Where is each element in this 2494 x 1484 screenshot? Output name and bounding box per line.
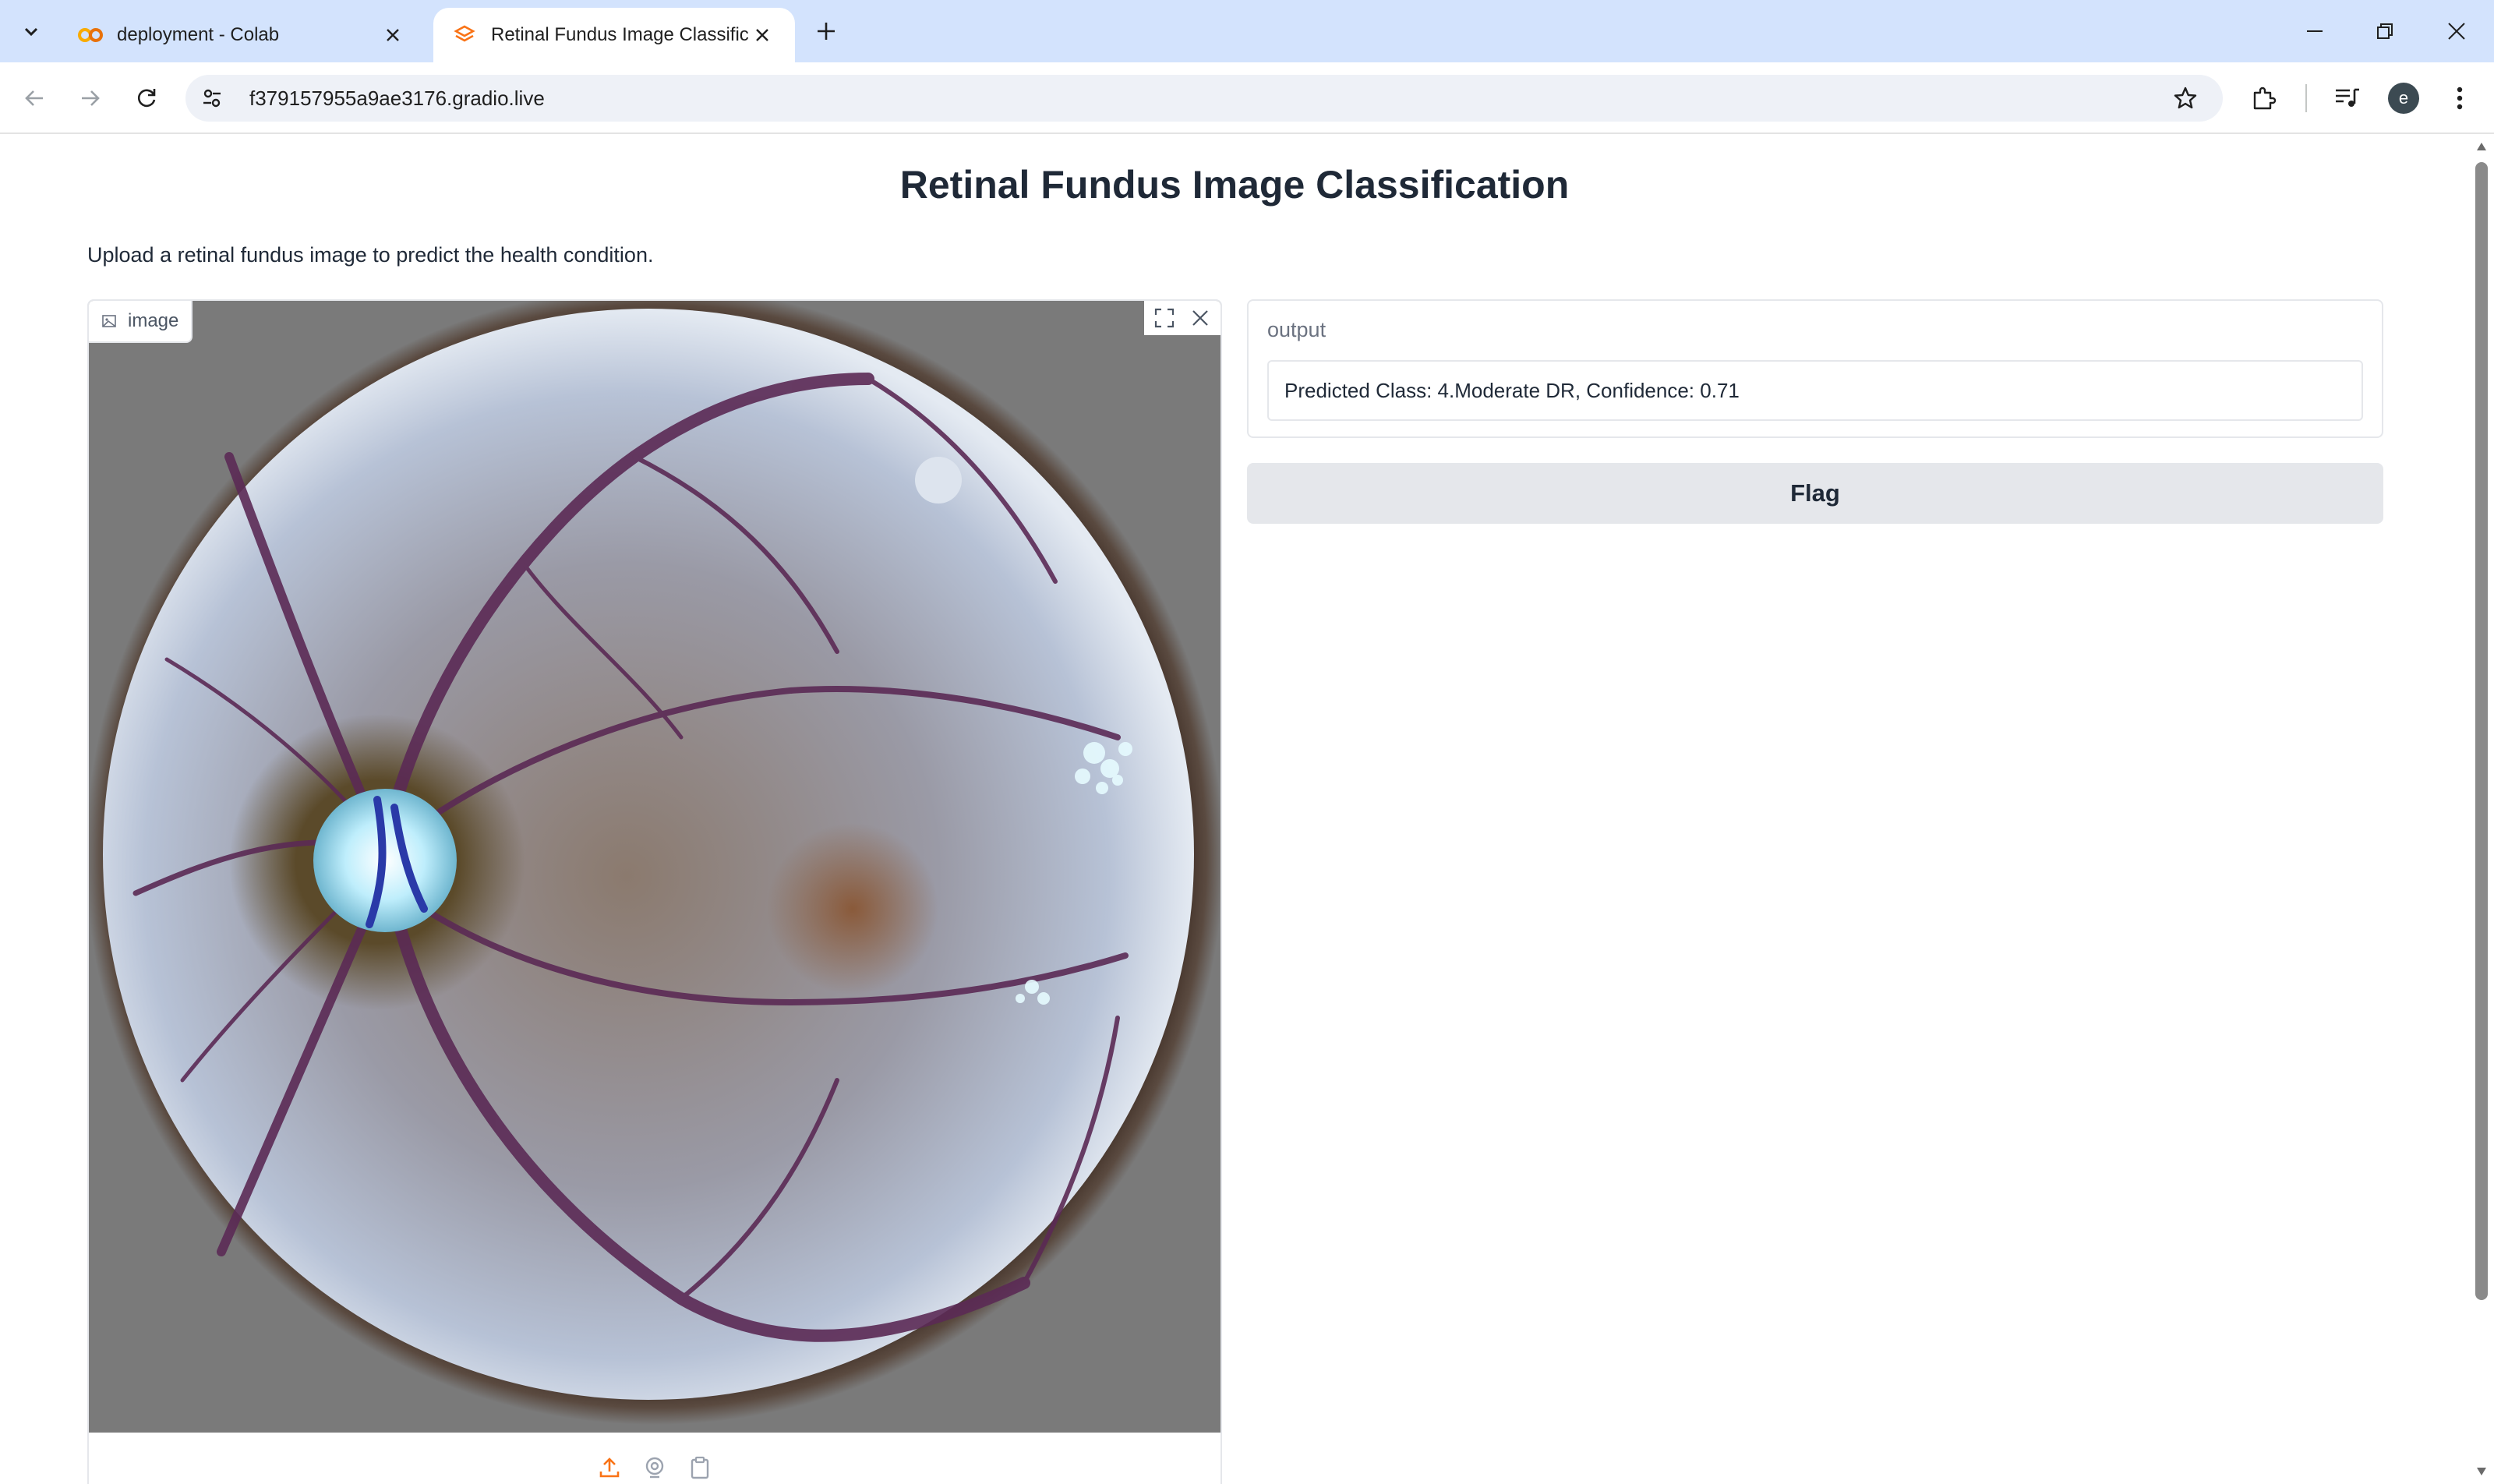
chevron-down-icon [24, 27, 38, 37]
close-window-button[interactable] [2435, 9, 2478, 53]
clipboard-icon [691, 1456, 709, 1479]
gradio-logo-icon [452, 23, 477, 48]
extensions-button[interactable] [2241, 76, 2285, 120]
tab-search-button[interactable] [11, 11, 51, 51]
browser-toolbar: f379157955a9ae3176.gradio.live e [0, 62, 2494, 134]
scrollbar-thumb[interactable] [2475, 162, 2488, 1300]
tab-title: Retinal Fundus Image Classification [491, 24, 748, 45]
playlist-music-icon [2336, 88, 2359, 107]
new-tab-button[interactable] [809, 14, 843, 48]
scroll-down-arrow-icon[interactable] [2476, 1467, 2487, 1476]
image-actions [1144, 301, 1221, 335]
close-tab-icon[interactable] [379, 21, 407, 49]
upload-source-button[interactable] [595, 1454, 624, 1482]
image-label: image [89, 301, 193, 343]
webcam-icon [645, 1457, 664, 1479]
plus-icon [818, 23, 835, 40]
gradio-page: Retinal Fundus Image Classification Uplo… [0, 134, 2469, 1484]
back-button[interactable] [12, 76, 56, 120]
reload-icon [138, 89, 156, 108]
close-icon [1192, 310, 1208, 326]
reload-button[interactable] [125, 76, 168, 120]
forward-button[interactable] [69, 76, 112, 120]
image-input[interactable]: image [87, 299, 1222, 1484]
webcam-source-button[interactable] [641, 1454, 669, 1482]
fullscreen-icon [1154, 308, 1175, 328]
restore-icon [2377, 23, 2393, 39]
toolbar-divider [2305, 84, 2307, 112]
page-description: Upload a retinal fundus image to predict… [87, 243, 654, 267]
image-icon [101, 313, 117, 329]
address-bar[interactable]: f379157955a9ae3176.gradio.live [185, 75, 2223, 122]
minimize-button[interactable] [2293, 9, 2337, 53]
tab-retinal-classification[interactable]: Retinal Fundus Image Classification [433, 8, 795, 62]
tab-colab[interactable]: deployment - Colab [59, 8, 426, 62]
output-label: output [1267, 318, 1326, 341]
colab-logo-icon [78, 23, 103, 48]
arrow-right-icon [82, 90, 100, 106]
url-text: f379157955a9ae3176.gradio.live [249, 86, 545, 110]
arrow-left-icon [25, 90, 43, 106]
bookmark-button[interactable] [2168, 81, 2203, 115]
upload-icon [599, 1458, 620, 1478]
flag-button[interactable]: Flag [1247, 463, 2383, 524]
more-vertical-icon [2457, 87, 2463, 110]
clear-image-button[interactable] [1185, 302, 1216, 334]
fundus-image [89, 301, 1221, 1433]
close-icon [2448, 23, 2465, 40]
media-control-button[interactable] [2326, 76, 2369, 120]
puzzle-icon [2253, 87, 2277, 110]
clipboard-source-button[interactable] [686, 1454, 714, 1482]
scroll-up-arrow-icon[interactable] [2476, 142, 2487, 151]
tune-icon [203, 89, 221, 108]
tab-title: deployment - Colab [117, 24, 280, 45]
page-title: Retinal Fundus Image Classification [899, 163, 1570, 207]
output-panel: output Predicted Class: 4.Moderate DR, C… [1247, 299, 2383, 438]
profile-avatar[interactable]: e [2388, 83, 2419, 114]
page-scrollbar[interactable] [2469, 134, 2494, 1484]
site-info-button[interactable] [192, 78, 232, 118]
output-textbox[interactable]: Predicted Class: 4.Moderate DR, Confiden… [1267, 360, 2363, 421]
tab-strip: deployment - Colab Retinal Fundus Image … [0, 0, 2494, 62]
image-label-text: image [128, 310, 179, 331]
minimize-icon [2307, 30, 2323, 32]
close-tab-icon[interactable] [748, 21, 776, 49]
star-icon [2174, 87, 2197, 109]
fullscreen-button[interactable] [1149, 302, 1180, 334]
image-source-bar [89, 1434, 1221, 1484]
restore-button[interactable] [2363, 9, 2407, 53]
browser-menu-button[interactable] [2438, 76, 2482, 120]
